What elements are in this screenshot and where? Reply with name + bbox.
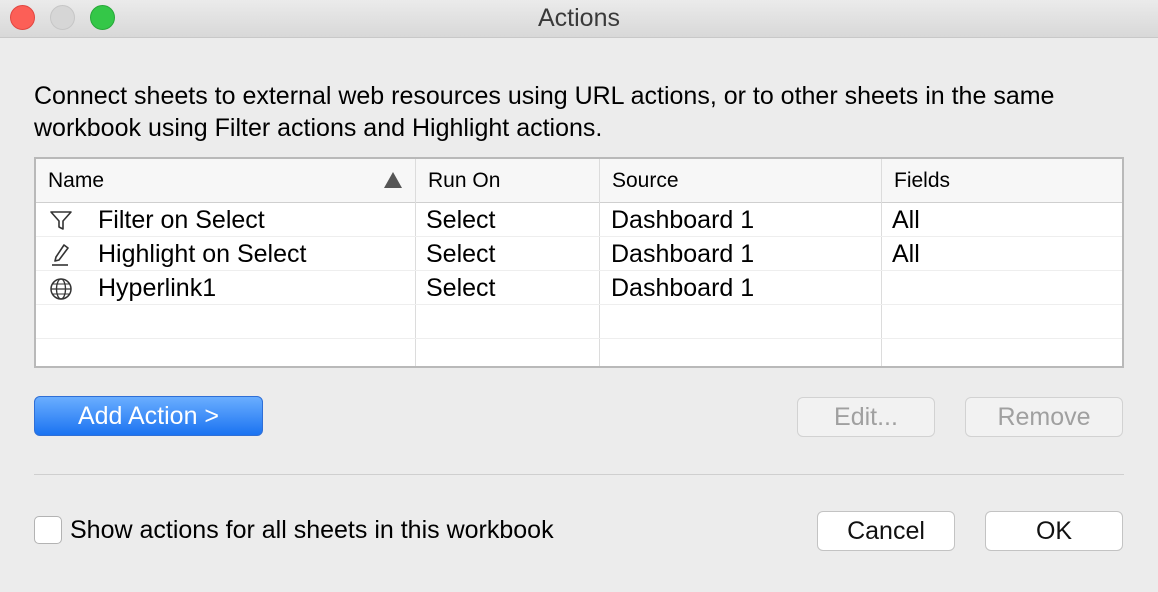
ok-button[interactable]: OK: [985, 511, 1123, 551]
column-header-source[interactable]: Source: [600, 159, 882, 203]
row-source: Dashboard 1: [611, 274, 755, 302]
show-all-sheets-checkbox[interactable]: [34, 516, 62, 544]
column-header-fields[interactable]: Fields: [882, 159, 1122, 203]
window-title: Actions: [538, 4, 620, 32]
description-text: Connect sheets to external web resources…: [34, 82, 1055, 142]
edit-button[interactable]: Edit...: [797, 397, 935, 437]
title-bar: Actions: [0, 0, 1158, 38]
row-fields: All: [892, 206, 920, 234]
table-row[interactable]: Hyperlink1 Select Dashboard 1: [36, 271, 1122, 305]
actions-table: Name Run On Source Fields Filter on Sele…: [34, 157, 1124, 368]
sort-ascending-icon: [384, 172, 402, 188]
row-name: Filter on Select: [98, 206, 265, 234]
table-row[interactable]: Highlight on Select Select Dashboard 1 A…: [36, 237, 1122, 271]
row-run-on: Select: [426, 206, 496, 234]
show-all-sheets-label: Show actions for all sheets in this work…: [70, 516, 554, 544]
cancel-button[interactable]: Cancel: [817, 511, 955, 551]
row-name: Hyperlink1: [98, 274, 217, 302]
row-source: Dashboard 1: [611, 240, 755, 268]
row-fields: All: [892, 240, 920, 268]
table-row[interactable]: Filter on Select Select Dashboard 1 All: [36, 203, 1122, 237]
empty-row: [36, 339, 1122, 373]
table-header: Name Run On Source Fields: [36, 159, 1122, 203]
remove-button[interactable]: Remove: [965, 397, 1123, 437]
highlighter-icon: [52, 244, 69, 266]
row-run-on: Select: [426, 240, 496, 268]
column-header-name[interactable]: Name: [36, 159, 416, 203]
row-name: Highlight on Select: [98, 240, 307, 268]
divider: [34, 474, 1124, 475]
globe-icon: [50, 278, 72, 300]
add-action-button[interactable]: Add Action >: [34, 396, 263, 436]
row-run-on: Select: [426, 274, 496, 302]
row-source: Dashboard 1: [611, 206, 755, 234]
column-header-run-on[interactable]: Run On: [416, 159, 600, 203]
empty-row: [36, 305, 1122, 339]
filter-icon: [50, 211, 72, 230]
